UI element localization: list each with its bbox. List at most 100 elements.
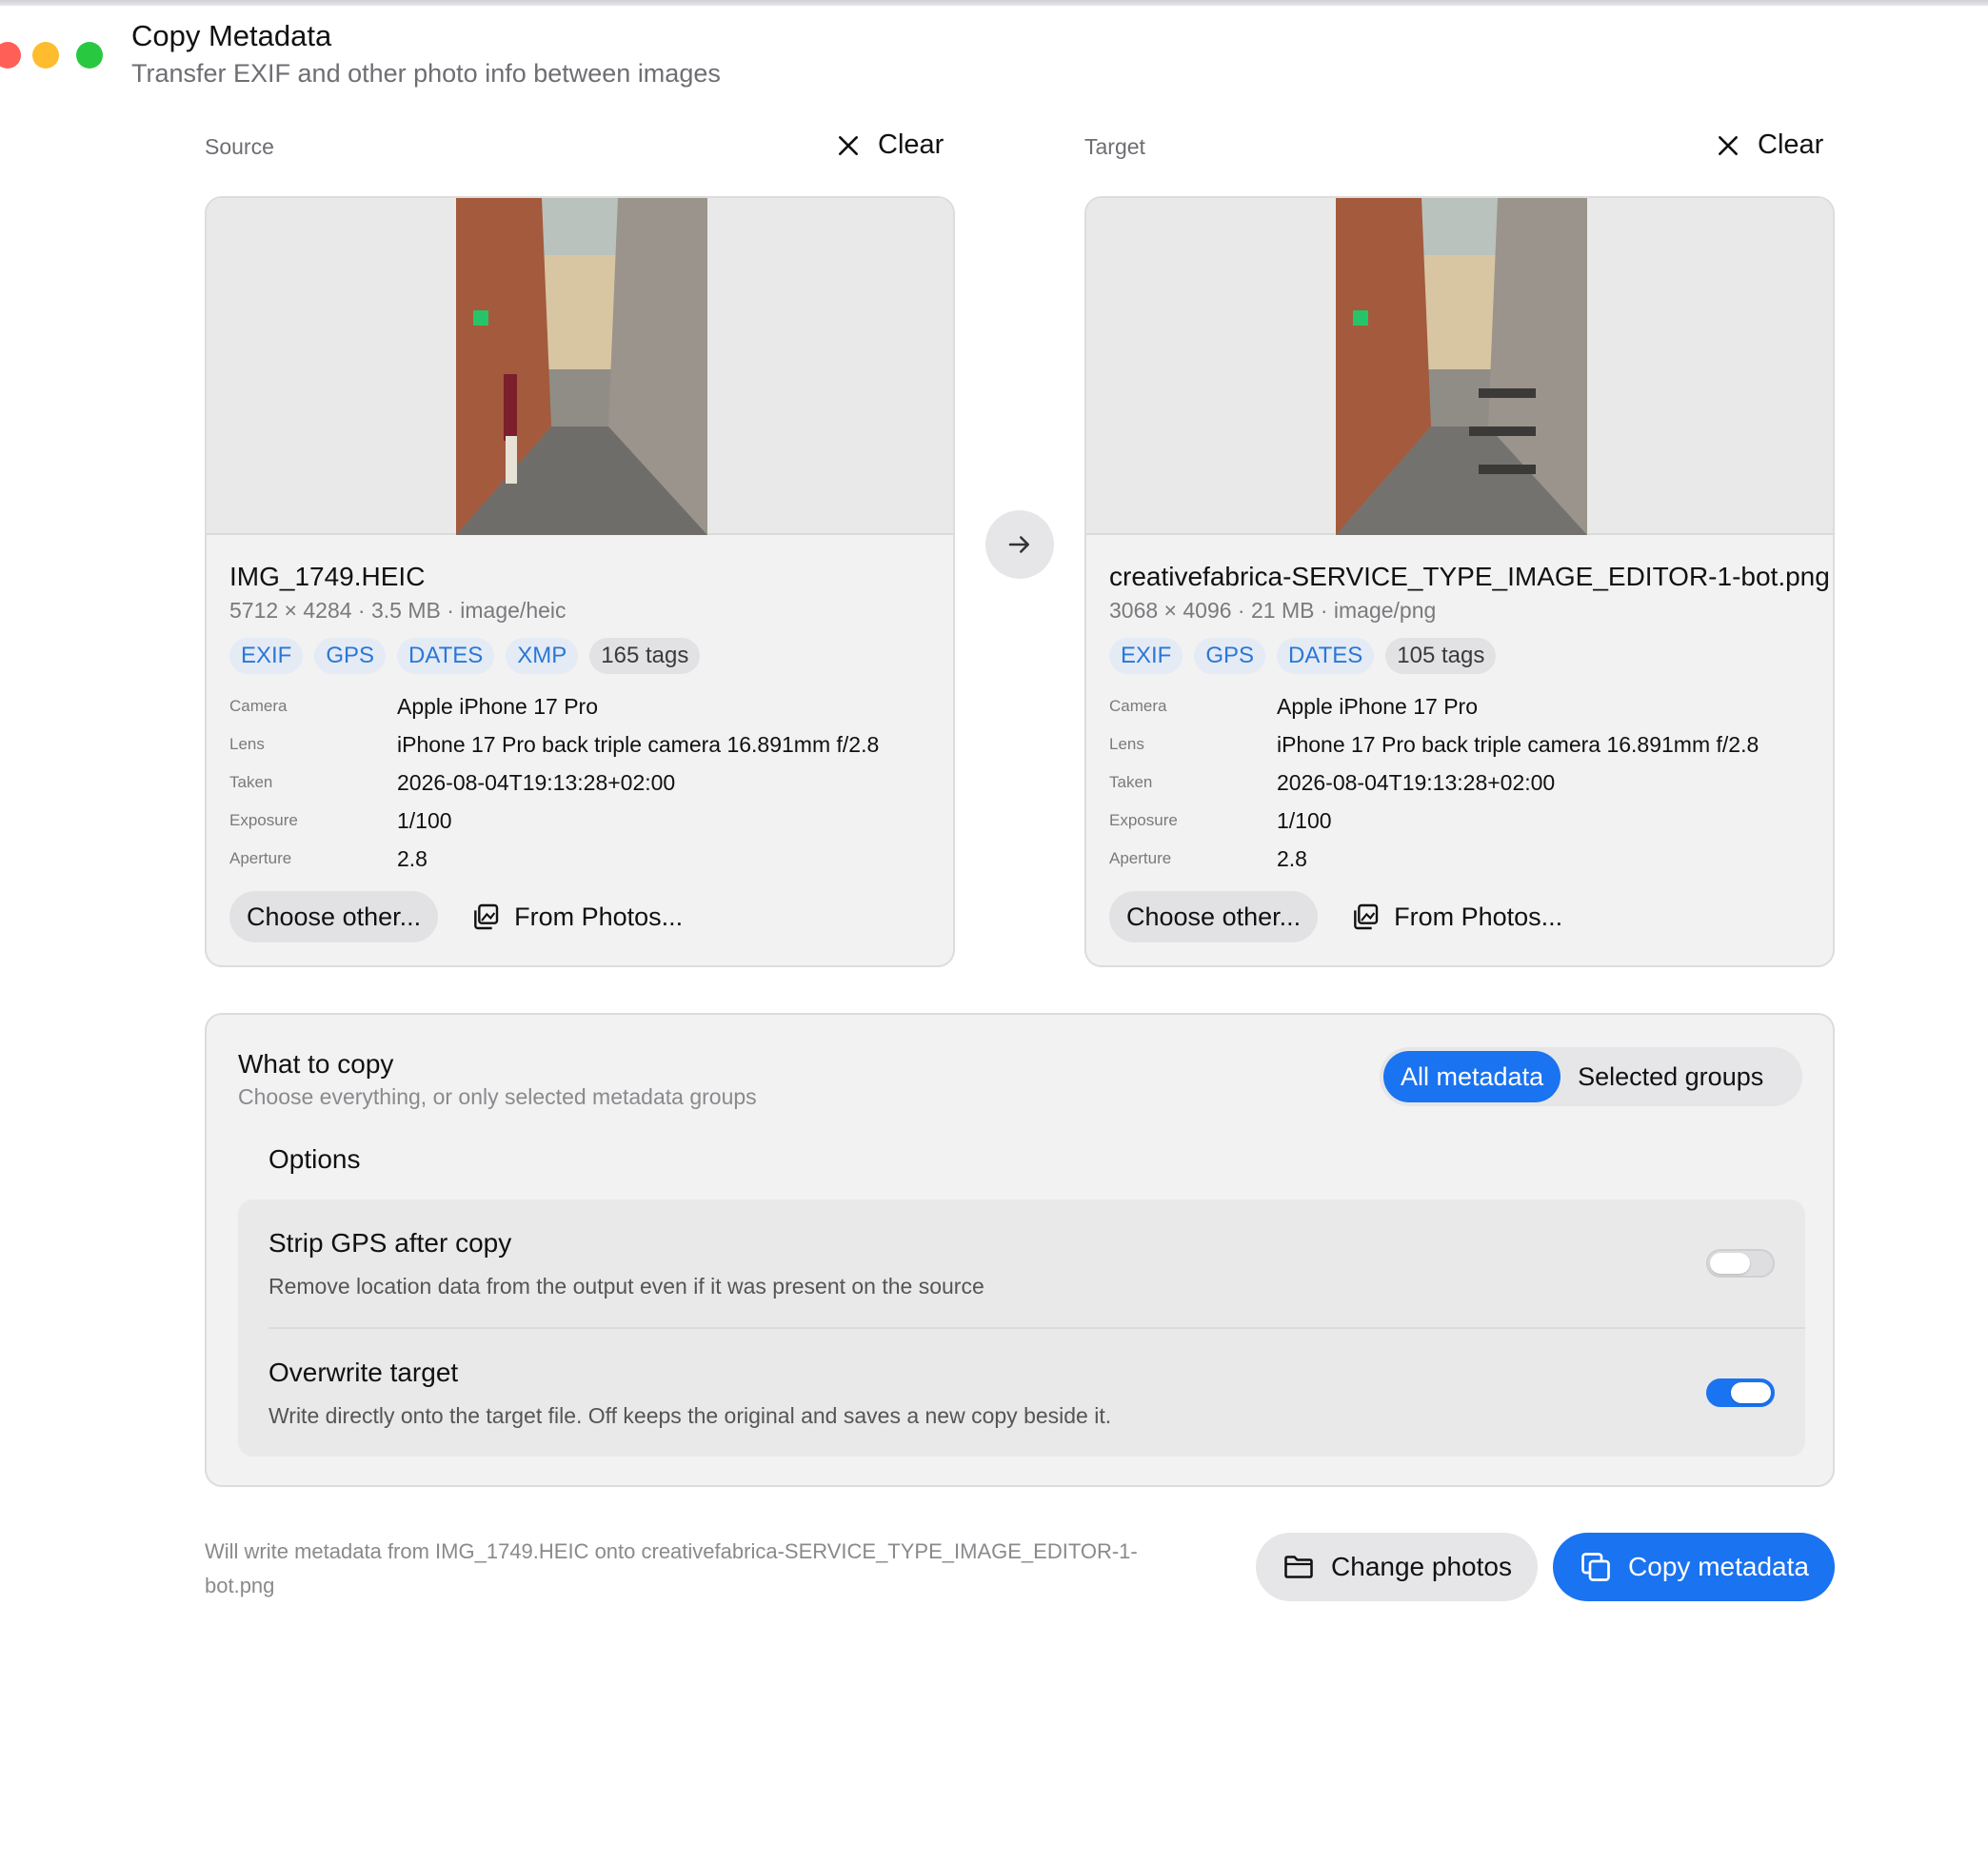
meta-value: iPhone 17 Pro back triple camera 16.891m… xyxy=(397,731,880,757)
meta-key: Exposure xyxy=(1109,811,1178,829)
target-filename: creativefabrica-SERVICE_TYPE_IMAGE_EDITO… xyxy=(1109,562,1830,591)
option-description: Write directly onto the target file. Off… xyxy=(268,1403,1112,1428)
meta-key: Camera xyxy=(1109,697,1167,715)
option-name: Strip GPS after copy xyxy=(268,1228,512,1258)
meta-row: Lens iPhone 17 Pro back triple camera 16.… xyxy=(229,725,879,763)
minimize-window-button[interactable] xyxy=(32,42,59,69)
meta-value: 2.8 xyxy=(397,845,427,871)
source-photo-thumbnail xyxy=(456,198,707,535)
target-from-photos-button[interactable]: From Photos... xyxy=(1350,902,1562,932)
source-actions: Choose other... From Photos... xyxy=(229,891,683,942)
segment-selected-groups[interactable]: Selected groups xyxy=(1561,1051,1780,1102)
meta-row: Aperture 2.8 xyxy=(229,840,879,878)
source-meta-table: Camera Apple iPhone 17 Pro Lens iPhone 17 … xyxy=(229,687,879,878)
meta-row: Taken 2026-08-04T19:13:28+02:00 xyxy=(1109,763,1759,802)
meta-value: 2.8 xyxy=(1277,845,1307,871)
meta-value: 1/100 xyxy=(397,807,452,833)
target-photo-thumbnail xyxy=(1336,198,1587,535)
source-from-photos-button[interactable]: From Photos... xyxy=(470,902,683,932)
meta-value: Apple iPhone 17 Pro xyxy=(1277,693,1478,719)
target-card: creativefabrica-SERVICE_TYPE_IMAGE_EDITO… xyxy=(1084,196,1835,967)
meta-row: Camera Apple iPhone 17 Pro xyxy=(229,687,879,725)
meta-row: Taken 2026-08-04T19:13:28+02:00 xyxy=(229,763,879,802)
target-from-photos-label: From Photos... xyxy=(1394,902,1563,931)
meta-key: Lens xyxy=(229,735,265,753)
tag-count-badge: 165 tags xyxy=(589,638,701,674)
chip-gps[interactable]: GPS xyxy=(1194,638,1266,674)
strip-gps-toggle[interactable] xyxy=(1706,1249,1775,1278)
option-name: Overwrite target xyxy=(268,1358,459,1387)
meta-key: Lens xyxy=(1109,735,1144,753)
copy-icon xyxy=(1581,1553,1610,1581)
copy-metadata-label: Copy metadata xyxy=(1628,1552,1809,1581)
divider xyxy=(268,1327,1805,1329)
meta-row: Exposure 1/100 xyxy=(229,802,879,840)
target-choose-other-button[interactable]: Choose other... xyxy=(1109,891,1319,942)
summary-note: Will write metadata from IMG_1749.HEIC o… xyxy=(205,1539,1138,1597)
meta-row: Lens iPhone 17 Pro back triple camera 16.… xyxy=(1109,725,1759,763)
target-preview xyxy=(1086,198,1833,535)
options-title: Options xyxy=(268,1144,361,1174)
close-window-button[interactable] xyxy=(0,42,21,69)
source-card: IMG_1749.HEIC 5712 × 4284 · 3.5 MB · ima… xyxy=(205,196,955,967)
source-file-info: 5712 × 4284 · 3.5 MB · image/heic xyxy=(229,598,567,623)
chip-xmp[interactable]: XMP xyxy=(506,638,579,674)
chip-exif[interactable]: EXIF xyxy=(229,638,304,674)
chip-exif[interactable]: EXIF xyxy=(1109,638,1183,674)
folder-icon xyxy=(1284,1556,1313,1578)
source-from-photos-label: From Photos... xyxy=(514,902,684,931)
meta-key: Aperture xyxy=(1109,849,1172,867)
copy-metadata-button[interactable]: Copy metadata xyxy=(1553,1533,1835,1601)
options-group: Strip GPS after copy Remove location dat… xyxy=(238,1200,1805,1457)
source-filename: IMG_1749.HEIC xyxy=(229,562,426,591)
meta-value: Apple iPhone 17 Pro xyxy=(397,693,598,719)
meta-key: Aperture xyxy=(229,849,292,867)
photos-library-icon xyxy=(474,903,499,930)
source-label: Source xyxy=(205,134,274,159)
meta-value: 2026-08-04T19:13:28+02:00 xyxy=(1277,769,1556,795)
app-subtitle: Transfer EXIF and other photo info betwe… xyxy=(131,59,721,88)
meta-value: 1/100 xyxy=(1277,807,1332,833)
what-to-copy-subtitle: Choose everything, or only selected meta… xyxy=(238,1084,757,1109)
option-strip-gps: Strip GPS after copy Remove location dat… xyxy=(268,1228,1775,1299)
source-chips: EXIF GPS DATES XMP 165 tags xyxy=(229,638,701,674)
zoom-window-button[interactable] xyxy=(76,42,103,69)
target-chips: EXIF GPS DATES 105 tags xyxy=(1109,638,1497,674)
meta-key: Taken xyxy=(1109,773,1153,791)
overwrite-target-toggle[interactable] xyxy=(1706,1378,1775,1407)
meta-value: iPhone 17 Pro back triple camera 16.891m… xyxy=(1277,731,1759,757)
what-to-copy-title: What to copy xyxy=(238,1049,394,1079)
source-choose-other-button[interactable]: Choose other... xyxy=(229,891,439,942)
target-clear-button[interactable]: Clear xyxy=(1716,129,1823,161)
target-clear-label: Clear xyxy=(1758,129,1824,160)
close-icon xyxy=(839,135,858,155)
transfer-arrow xyxy=(985,510,1054,579)
close-icon xyxy=(1719,135,1738,155)
meta-row: Exposure 1/100 xyxy=(1109,802,1759,840)
window-top-edge xyxy=(0,0,1988,6)
target-meta-table: Camera Apple iPhone 17 Pro Lens iPhone 17 … xyxy=(1109,687,1759,878)
meta-key: Exposure xyxy=(229,811,298,829)
tag-count-badge: 105 tags xyxy=(1385,638,1497,674)
chip-gps[interactable]: GPS xyxy=(314,638,387,674)
photos-library-icon xyxy=(1354,903,1379,930)
source-clear-label: Clear xyxy=(878,129,944,160)
target-actions: Choose other... From Photos... xyxy=(1109,891,1562,942)
meta-value: 2026-08-04T19:13:28+02:00 xyxy=(397,769,676,795)
target-label: Target xyxy=(1084,134,1145,159)
option-overwrite-target: Overwrite target Write directly onto the… xyxy=(268,1358,1775,1429)
change-photos-button[interactable]: Change photos xyxy=(1256,1533,1538,1601)
source-clear-button[interactable]: Clear xyxy=(836,129,944,161)
what-to-copy-panel: What to copy Choose everything, or only … xyxy=(205,1013,1835,1487)
app-title: Copy Metadata xyxy=(131,19,332,52)
chip-dates[interactable]: DATES xyxy=(397,638,495,674)
copy-mode-segmented-control: All metadata Selected groups xyxy=(1380,1047,1802,1106)
arrow-right-icon xyxy=(1008,536,1029,553)
segment-all-metadata[interactable]: All metadata xyxy=(1383,1051,1561,1102)
meta-key: Camera xyxy=(229,697,288,715)
meta-key: Taken xyxy=(229,773,273,791)
target-file-info: 3068 × 4096 · 21 MB · image/png xyxy=(1109,598,1437,623)
chip-dates[interactable]: DATES xyxy=(1277,638,1375,674)
meta-row: Camera Apple iPhone 17 Pro xyxy=(1109,687,1759,725)
source-preview xyxy=(207,198,953,535)
